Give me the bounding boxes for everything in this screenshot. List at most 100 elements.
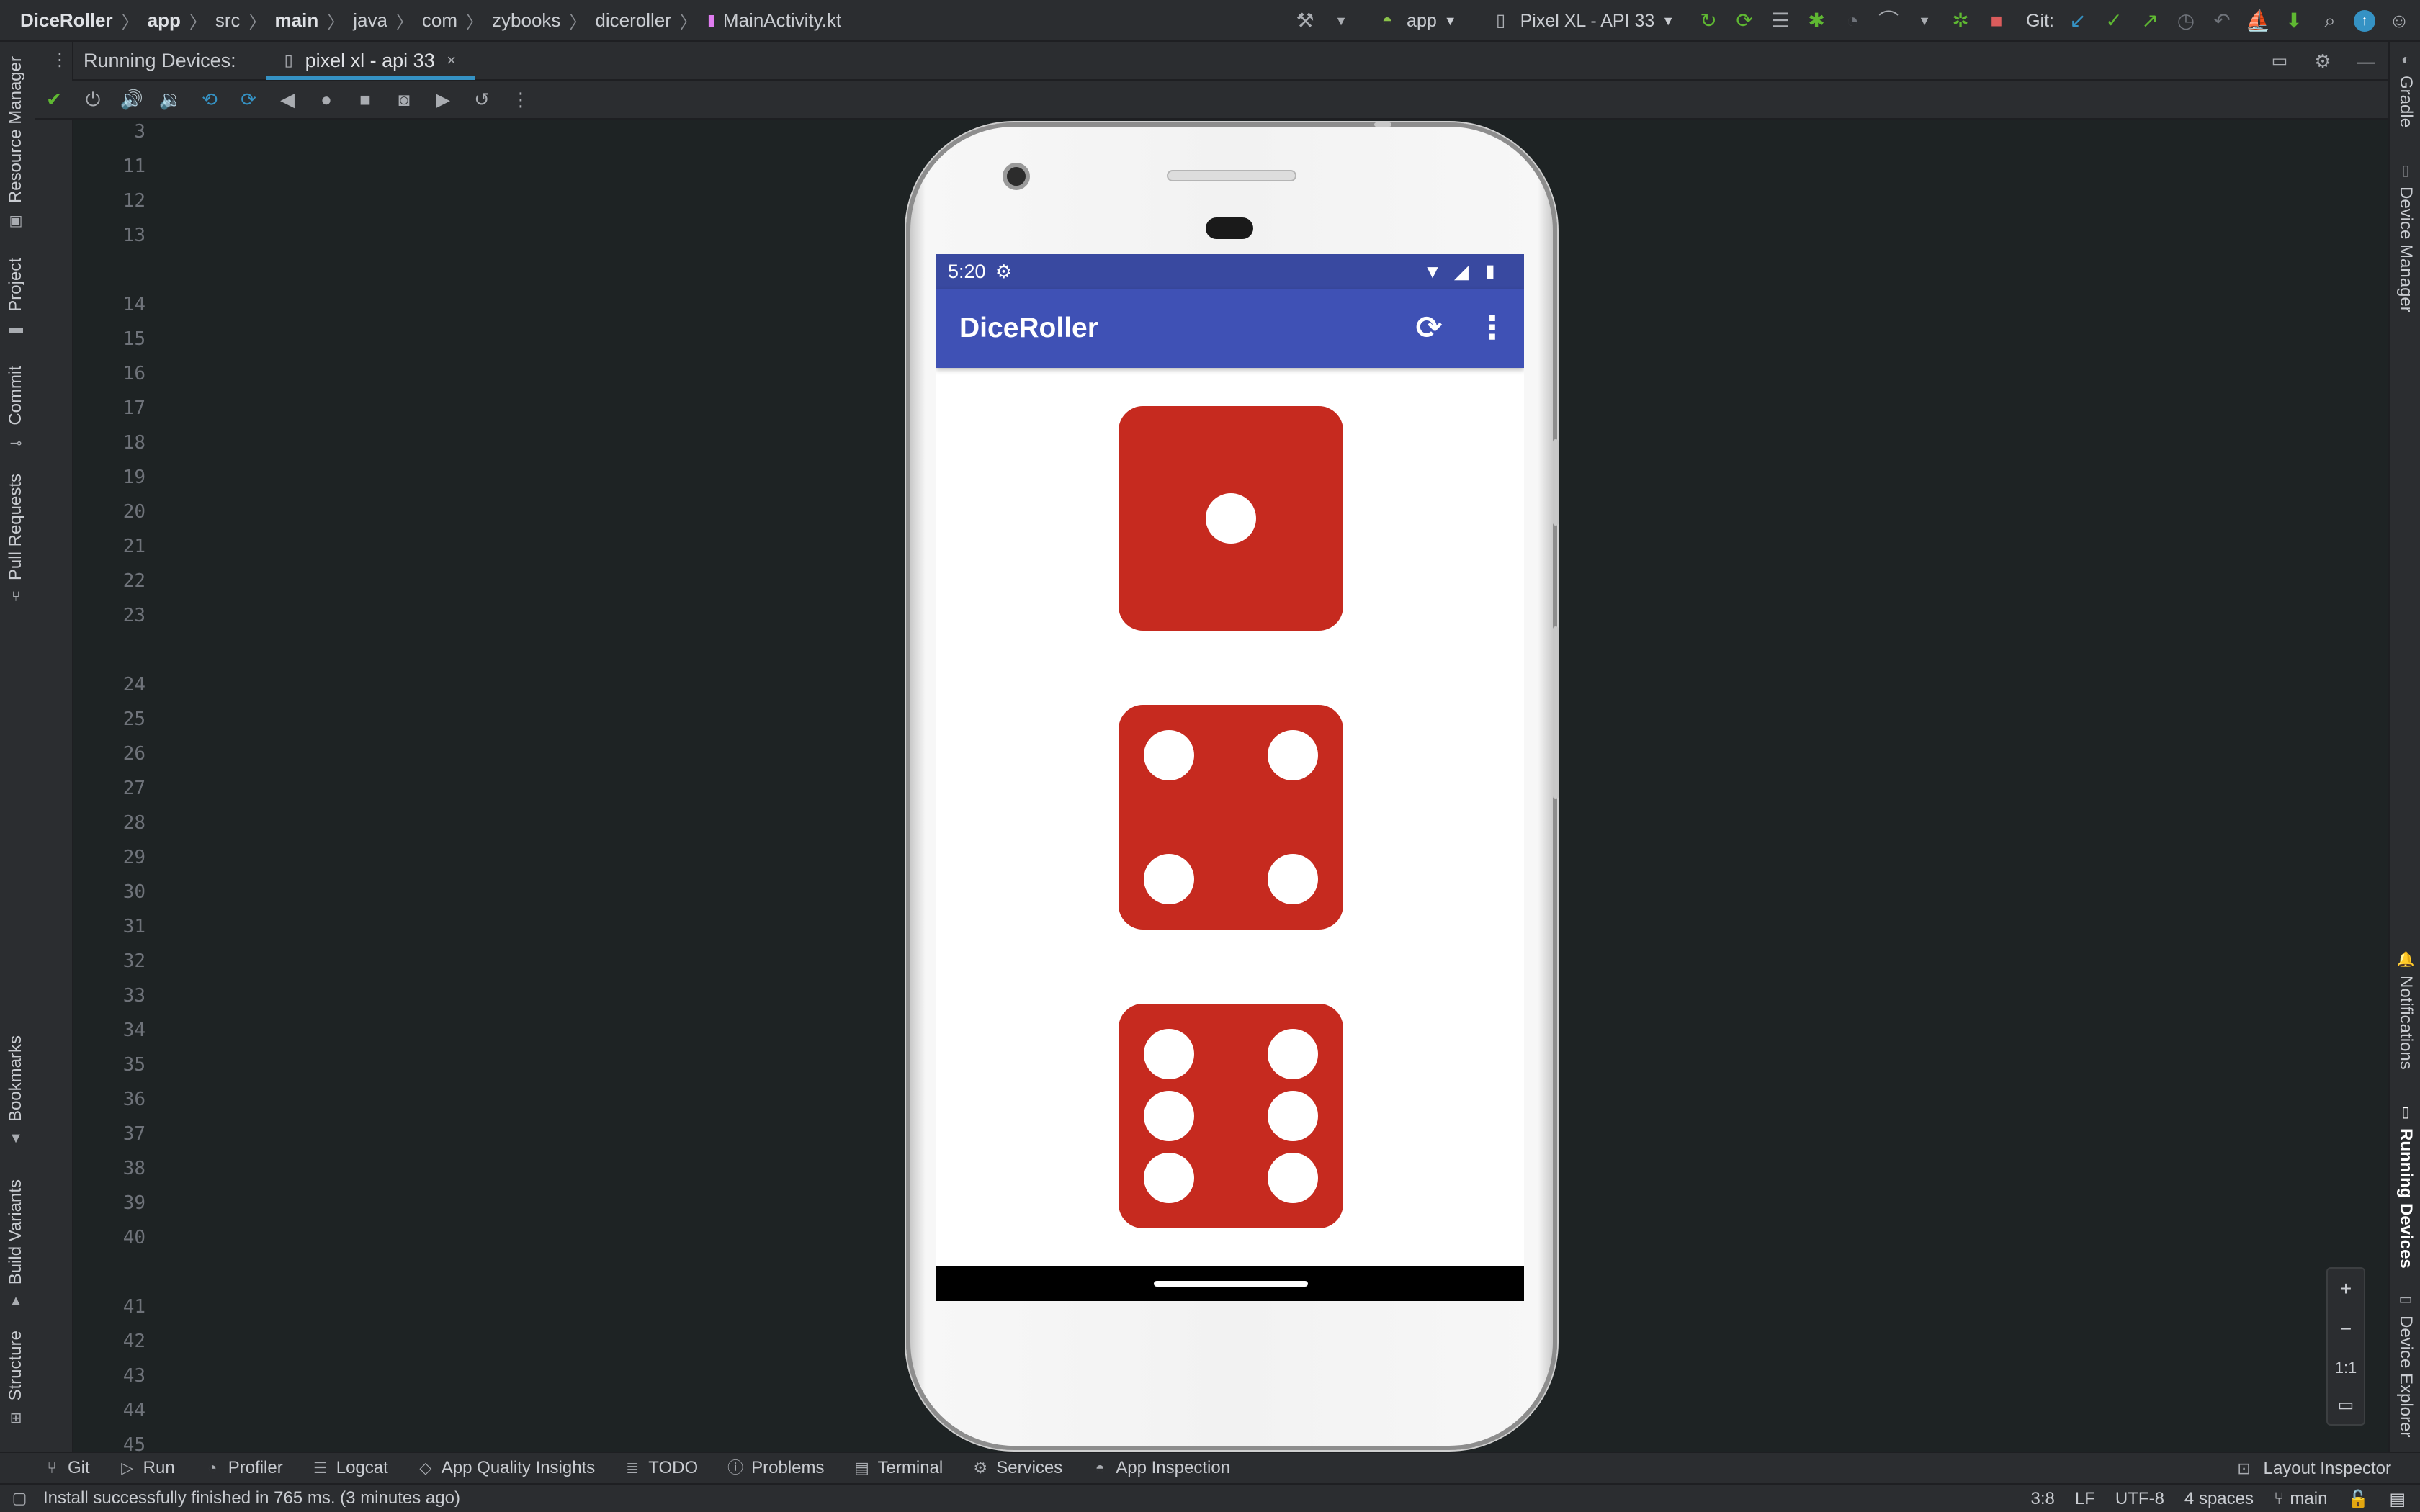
structure-icon: ⊞ bbox=[9, 1410, 22, 1427]
tool-window-device-explorer[interactable]: ▭ Device Explorer bbox=[2393, 1290, 2419, 1437]
history-icon[interactable]: ◷ bbox=[2174, 9, 2198, 33]
tool-window-device-manager[interactable]: ▯ Device Manager bbox=[2393, 161, 2419, 312]
rollback-icon[interactable]: ↶ bbox=[2210, 9, 2234, 33]
indent-setting[interactable]: 4 spaces bbox=[2184, 1489, 2254, 1509]
tool-window-resource-manager[interactable]: Resource Manager ▣ bbox=[3, 56, 29, 230]
zoom-fit-icon[interactable]: ▭ bbox=[2338, 1395, 2354, 1416]
rerun-icon[interactable]: ↻ bbox=[1696, 9, 1721, 33]
commit-icon[interactable]: ✓ bbox=[2102, 9, 2126, 33]
close-icon[interactable]: × bbox=[444, 48, 460, 73]
breadcrumb-project[interactable]: DiceRoller bbox=[20, 9, 113, 32]
back-icon[interactable]: ◀ bbox=[275, 87, 300, 112]
minimize-icon[interactable]: — bbox=[2354, 49, 2378, 73]
list-icon[interactable]: ☰ bbox=[1768, 9, 1793, 33]
debug-attach-icon[interactable]: ✲ bbox=[1948, 9, 1973, 33]
hammer-icon[interactable]: ⚒ bbox=[1293, 9, 1317, 33]
overflow-menu-icon[interactable]: ⋮ bbox=[1475, 311, 1510, 346]
overview-icon[interactable]: ■ bbox=[353, 87, 377, 112]
breadcrumb-file[interactable]: MainActivity.kt bbox=[723, 9, 841, 32]
die-2[interactable] bbox=[1119, 705, 1343, 930]
volume-up-icon[interactable]: 🔊 bbox=[120, 87, 144, 112]
device-selector[interactable]: ▯ Pixel XL - API 33 ▼ bbox=[1479, 6, 1685, 36]
device-screen[interactable]: 5:20 ⚙ ▼ ◢ ▮ DiceRoller ⟳ ⋮ bbox=[936, 254, 1524, 1301]
tool-window-pull-requests[interactable]: Pull Requests ⑂ bbox=[3, 474, 29, 606]
android-icon: ◓ bbox=[1381, 11, 1393, 30]
breadcrumb-src[interactable]: src bbox=[215, 9, 241, 32]
home-gesture-pill[interactable] bbox=[1154, 1281, 1308, 1287]
tool-window-bookmarks[interactable]: Bookmarks ▼ bbox=[3, 1035, 29, 1147]
zoom-actual-size-button[interactable]: 1:1 bbox=[2335, 1359, 2357, 1377]
account-icon[interactable]: ☺ bbox=[2387, 9, 2411, 33]
line-number: 3 bbox=[134, 121, 145, 143]
breadcrumb-zybooks[interactable]: zybooks bbox=[492, 9, 560, 32]
reset-icon[interactable]: ↺ bbox=[470, 87, 494, 112]
tool-window-running-devices[interactable]: ▯ Running Devices bbox=[2393, 1103, 2419, 1269]
attach-debugger-icon[interactable]: ⌒ bbox=[1876, 9, 1901, 33]
home-icon[interactable]: ● bbox=[314, 87, 339, 112]
tab-services[interactable]: ⚙ Services bbox=[972, 1458, 1062, 1478]
line-number: 27 bbox=[122, 778, 145, 799]
power-icon[interactable]: ⏻ bbox=[81, 87, 105, 112]
file-encoding[interactable]: UTF-8 bbox=[2115, 1489, 2164, 1509]
tab-app-inspection[interactable]: ◓ App Inspection bbox=[1091, 1458, 1230, 1478]
tab-pixel-xl[interactable]: ▯ pixel xl - api 33 × bbox=[266, 41, 475, 80]
caret-position[interactable]: 3:8 bbox=[2031, 1489, 2055, 1509]
device-mirror-icon[interactable]: ⛵ bbox=[2246, 9, 2271, 33]
gear-icon[interactable]: ⚙ bbox=[2311, 49, 2335, 73]
zoom-in-button[interactable]: + bbox=[2340, 1277, 2352, 1300]
breadcrumb-module[interactable]: app bbox=[148, 9, 181, 32]
tool-window-commit[interactable]: Commit ⊸ bbox=[3, 366, 29, 452]
layout-toggle-icon[interactable]: ▢ bbox=[7, 1486, 32, 1511]
stop-icon[interactable]: ■ bbox=[1984, 9, 2009, 33]
breadcrumb-main[interactable]: main bbox=[275, 9, 319, 32]
tool-window-structure[interactable]: Structure ⊞ bbox=[3, 1331, 29, 1427]
git-branch[interactable]: ⑂ main bbox=[2274, 1489, 2327, 1509]
git-branch-icon: ⑂ bbox=[2273, 1489, 2285, 1508]
update-project-icon[interactable]: ↙ bbox=[2066, 9, 2090, 33]
maximize-icon[interactable]: ▭ bbox=[2267, 49, 2292, 73]
tab-layout-inspector[interactable]: ⊡ Layout Inspector bbox=[2232, 1453, 2391, 1485]
line-separator[interactable]: LF bbox=[2075, 1489, 2095, 1509]
die-1[interactable] bbox=[1119, 406, 1343, 631]
profile-icon[interactable]: ◔ bbox=[1840, 9, 1865, 33]
rotate-left-icon[interactable]: ⟲ bbox=[197, 87, 222, 112]
lock-icon[interactable]: 🔓 bbox=[2347, 1489, 2369, 1510]
die-3[interactable] bbox=[1119, 1004, 1343, 1228]
breadcrumb-com[interactable]: com bbox=[422, 9, 457, 32]
tab-todo[interactable]: ≣ TODO bbox=[624, 1458, 698, 1478]
chevron-down-icon[interactable]: ▼ bbox=[1329, 9, 1353, 33]
tool-window-project[interactable]: Project ▬ bbox=[3, 258, 29, 337]
breadcrumb-diceroller[interactable]: diceroller bbox=[595, 9, 671, 32]
screen-record-icon[interactable]: ▶ bbox=[431, 87, 455, 112]
logcat-icon: ☰ bbox=[313, 1459, 328, 1477]
tab-problems[interactable]: ⓘ Problems bbox=[727, 1458, 824, 1478]
run-config-selector[interactable]: ◓ app ▼ bbox=[1365, 6, 1467, 36]
tab-git[interactable]: ⑂ Git bbox=[43, 1458, 89, 1478]
tab-app-quality-insights[interactable]: ◇ App Quality Insights bbox=[417, 1458, 595, 1478]
tab-label: Profiler bbox=[228, 1458, 283, 1477]
more-options-icon[interactable]: ⋮ bbox=[508, 87, 533, 112]
push-icon[interactable]: ↗ bbox=[2138, 9, 2162, 33]
sdk-manager-icon[interactable]: ⬇ bbox=[2282, 9, 2306, 33]
tab-profiler[interactable]: ◔ Profiler bbox=[204, 1458, 283, 1478]
volume-down-icon[interactable]: 🔉 bbox=[158, 87, 183, 112]
camera-icon[interactable]: ◙ bbox=[392, 87, 416, 112]
tab-terminal[interactable]: ▤ Terminal bbox=[853, 1458, 943, 1478]
apply-changes-icon[interactable]: ⟳ bbox=[1732, 9, 1757, 33]
updates-icon[interactable]: ↑ bbox=[2354, 10, 2375, 32]
options-icon[interactable]: ⋮ bbox=[48, 48, 72, 73]
event-log-icon[interactable]: ▤ bbox=[2389, 1489, 2406, 1510]
tab-run[interactable]: ▷ Run bbox=[119, 1458, 175, 1478]
chevron-down-icon[interactable]: ▼ bbox=[1912, 9, 1937, 33]
status-message[interactable]: Install successfully finished in 765 ms.… bbox=[43, 1488, 460, 1508]
tool-window-build-variants[interactable]: Build Variants ▲ bbox=[3, 1179, 29, 1310]
zoom-out-button[interactable]: − bbox=[2340, 1318, 2352, 1341]
rotate-right-icon[interactable]: ⟳ bbox=[236, 87, 261, 112]
search-icon[interactable]: ⌕ bbox=[2318, 9, 2342, 33]
tab-logcat[interactable]: ☰ Logcat bbox=[312, 1458, 388, 1478]
tool-window-notifications[interactable]: 🔔 Notifications bbox=[2393, 950, 2419, 1070]
roll-dice-icon[interactable]: ⟳ bbox=[1412, 311, 1446, 346]
debug-icon[interactable]: ✱ bbox=[1804, 9, 1829, 33]
breadcrumb-java[interactable]: java bbox=[353, 9, 387, 32]
tool-window-gradle[interactable]: ◐ Gradle bbox=[2393, 52, 2419, 127]
